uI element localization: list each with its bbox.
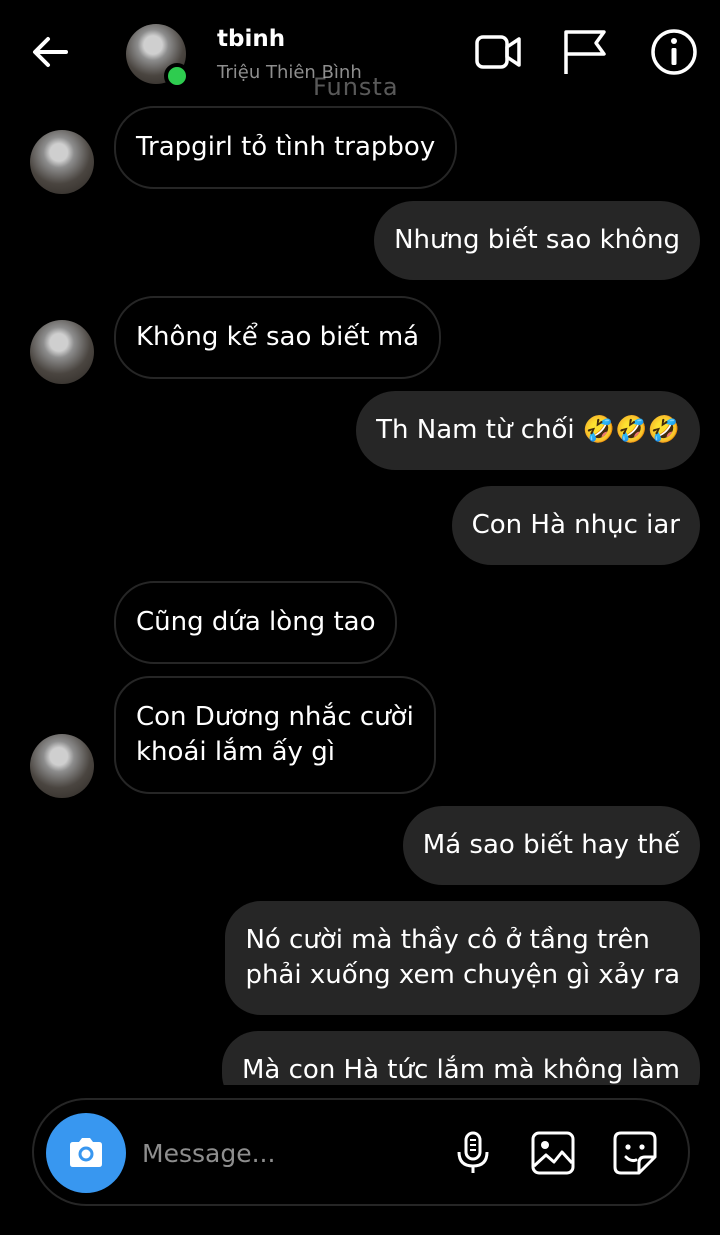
video-call-icon[interactable]: [472, 26, 524, 78]
message-bubble-outgoing[interactable]: Con Hà nhục iar: [451, 486, 700, 565]
message-bubble-incoming[interactable]: Con Dương nhắc cười khoái lắm ấy gì: [114, 676, 436, 794]
message-bubble-incoming[interactable]: Trapgirl tỏ tình trapboy: [114, 106, 458, 189]
message-composer: [32, 1098, 690, 1206]
sender-avatar: [30, 130, 94, 194]
flag-icon[interactable]: [560, 26, 612, 78]
microphone-icon[interactable]: [450, 1130, 496, 1176]
back-arrow-icon[interactable]: [28, 30, 72, 74]
chat-header: tbinh Triệu Thiên Bình Funsta: [0, 0, 720, 101]
message-bubble-outgoing[interactable]: Nhưng biết sao không: [374, 201, 700, 280]
sender-avatar: [30, 734, 94, 798]
message-input[interactable]: [142, 1130, 442, 1176]
message-bubble-outgoing[interactable]: Nó cười mà thầy cô ở tầng trên phải xuốn…: [225, 901, 700, 1015]
message-bubble-outgoing[interactable]: Th Nam từ chối 🤣🤣🤣: [356, 391, 700, 470]
message-thread[interactable]: Trapgirl tỏ tình trapboy Nhưng biết sao …: [0, 100, 720, 1085]
message-bubble-outgoing[interactable]: Mà con Hà tức lắm mà không làm: [221, 1031, 700, 1085]
message-bubble-incoming[interactable]: Không kể sao biết má: [114, 296, 442, 379]
info-icon[interactable]: [648, 26, 700, 78]
contact-avatar[interactable]: [126, 24, 190, 89]
contact-username[interactable]: tbinh: [217, 26, 285, 52]
message-bubble-outgoing[interactable]: Má sao biết hay thế: [402, 806, 700, 885]
message-bubble-incoming[interactable]: Cũng dứa lòng tao: [114, 581, 398, 664]
camera-button[interactable]: [46, 1113, 126, 1193]
sticker-icon[interactable]: [612, 1130, 658, 1176]
sender-avatar: [30, 320, 94, 384]
gallery-icon[interactable]: [530, 1130, 576, 1176]
online-status-dot: [164, 63, 190, 89]
camera-icon: [70, 1138, 102, 1167]
watermark-text: Funsta: [313, 73, 399, 101]
